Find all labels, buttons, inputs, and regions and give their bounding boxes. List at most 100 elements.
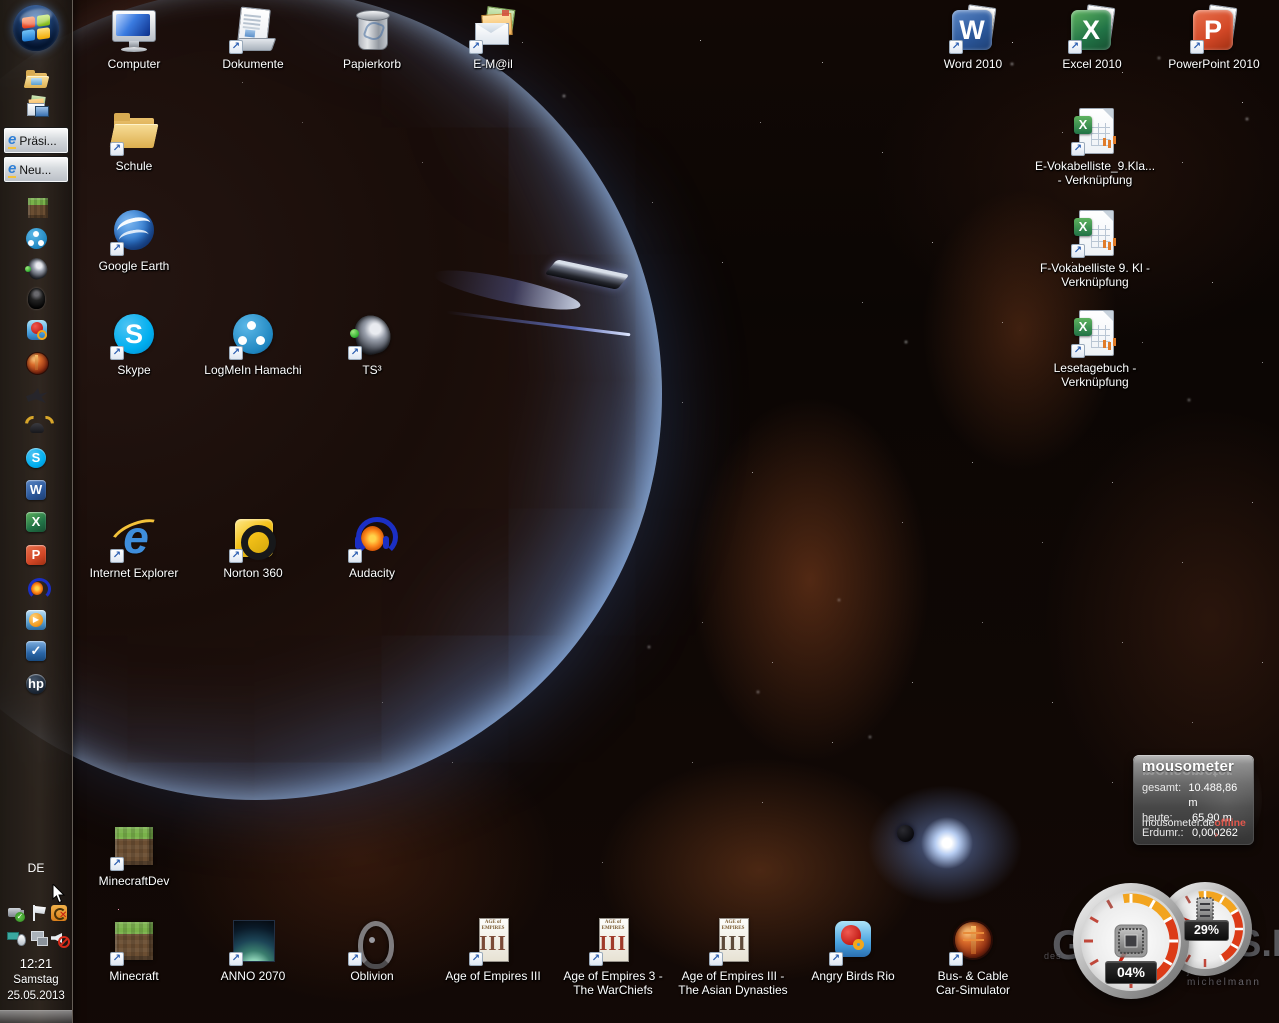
shortcut-arrow-icon: ↗	[469, 40, 483, 54]
desktop-icon-dokumente[interactable]: ↗ Dokumente	[193, 6, 313, 71]
desktop-icon-audacity[interactable]: ↗ Audacity	[312, 515, 432, 580]
desktop-icon-aoe3-warchiefs[interactable]: AGE of EMPIRESIII↗ Age of Empires 3 -The…	[553, 918, 673, 997]
desktop-icon-minecraftdev[interactable]: ↗ MinecraftDev	[74, 823, 194, 888]
desktop-icon-email[interactable]: ↗ E-M@il	[433, 6, 553, 71]
shortcut-arrow-icon: ↗	[348, 952, 362, 966]
excel-document-icon: X↗	[1071, 210, 1119, 258]
mousometer-widget[interactable]: mousometer mousometer gesamt:10.488,86 m…	[1133, 755, 1254, 845]
hp-tool-taskbar-icon[interactable]: hp	[25, 673, 47, 695]
desktop-icon-teamspeak[interactable]: ↗ TS³	[312, 312, 432, 377]
live-mail-icon[interactable]	[25, 94, 49, 118]
documents-icon: ↗	[229, 6, 277, 54]
media-player-taskbar-icon[interactable]: ▶	[25, 609, 49, 633]
shortcut-arrow-icon: ↗	[1071, 142, 1085, 156]
angry-birds-rio-taskbar-icon[interactable]	[25, 319, 49, 343]
desktop-icon-anno-2070[interactable]: ↗ ANNO 2070	[193, 918, 313, 983]
desktop-icon-computer[interactable]: Computer	[74, 6, 194, 71]
minecraft-icon: ↗	[110, 823, 158, 871]
desktop-icon-lesetagebuch[interactable]: X↗ Lesetagebuch -Verknüpfung	[1024, 310, 1166, 389]
teamspeak-taskbar-icon[interactable]	[25, 257, 49, 281]
excel-taskbar-icon[interactable]: X	[25, 511, 47, 533]
start-button[interactable]	[13, 5, 59, 51]
word-taskbar-icon[interactable]: W	[25, 479, 47, 501]
desktop-icon-age-of-empires-3[interactable]: AGE of EMPIRESIII↗ Age of Empires III	[433, 918, 553, 983]
input-devices-tray-icon[interactable]	[7, 929, 25, 947]
shortcut-arrow-icon: ↗	[589, 952, 603, 966]
shortcut-arrow-icon: ↗	[1068, 40, 1082, 54]
desktop-icon-excel-2010[interactable]: X↗ Excel 2010	[1032, 6, 1152, 71]
powerpoint-icon: P↗	[1190, 6, 1238, 54]
skype-taskbar-icon[interactable]: S	[25, 447, 47, 469]
taskbar-window-praesi[interactable]: e Präsi...	[3, 127, 69, 154]
taskbar-clock[interactable]: 12:21 Samstag 25.05.2013	[0, 955, 72, 1004]
shortcut-arrow-icon: ↗	[110, 242, 124, 256]
ie-icon: e	[8, 161, 16, 178]
desktop-icon-norton-360[interactable]: ↗ Norton 360	[193, 515, 313, 580]
show-desktop-button[interactable]	[0, 1010, 72, 1023]
audacity-taskbar-icon[interactable]	[25, 577, 49, 601]
samurai-helmet-taskbar-icon[interactable]	[25, 414, 49, 438]
shortcut-arrow-icon: ↗	[949, 40, 963, 54]
mail-icon: ↗	[469, 6, 517, 54]
desktop-icon-word-2010[interactable]: W↗ Word 2010	[913, 6, 1033, 71]
shortcut-arrow-icon: ↗	[348, 549, 362, 563]
desktop-icon-minecraft[interactable]: ↗ Minecraft	[74, 918, 194, 983]
mouse-cursor	[52, 884, 66, 909]
desktop-icon-f-vokabelliste[interactable]: X↗ F-Vokabelliste 9. Kl -Verknüpfung	[1024, 210, 1166, 289]
desktop-icon-aoe3-asian-dynasties[interactable]: AGE of EMPIRESIII↗ Age of Empires III -T…	[673, 918, 793, 997]
mousometer-link[interactable]: mousometer.de offline ›	[1142, 817, 1247, 841]
shortcut-arrow-icon: ↗	[110, 549, 124, 563]
spaceship-art	[432, 252, 632, 322]
reaper-game-taskbar-icon[interactable]	[25, 287, 49, 311]
network-tray-icon[interactable]	[30, 929, 48, 947]
usb-tray-icon[interactable]: ✓	[7, 904, 25, 922]
desktop-icon-schule[interactable]: ↗ Schule	[74, 108, 194, 173]
shortcut-arrow-icon: ↗	[110, 857, 124, 871]
bus-cable-car-icon: ↗	[949, 918, 997, 966]
volume-muted-tray-icon[interactable]	[51, 929, 69, 947]
eagle-game-taskbar-icon[interactable]	[25, 384, 49, 408]
desktop-icon-bus-cable-car-simulator[interactable]: ↗ Bus- & CableCar-Simulator	[913, 918, 1033, 997]
minecraft-taskbar-icon[interactable]	[27, 197, 51, 221]
word-icon: W↗	[949, 6, 997, 54]
desktop-icon-e-vokabelliste[interactable]: X↗ E-Vokabelliste_9.Kla...- Verknüpfung	[1024, 108, 1166, 187]
bus-cable-car-taskbar-icon[interactable]	[25, 351, 49, 375]
shortcut-arrow-icon: ↗	[229, 952, 243, 966]
desktop-icon-internet-explorer[interactable]: e↗ Internet Explorer	[74, 515, 194, 580]
desktop-icon-skype[interactable]: S↗ Skype	[74, 312, 194, 377]
ram-usage-value: 29%	[1184, 920, 1229, 941]
language-indicator[interactable]: DE	[0, 861, 72, 875]
anno-2070-icon: ↗	[229, 918, 277, 966]
clock-date: 25.05.2013	[0, 988, 72, 1004]
excel-document-icon: X↗	[1071, 108, 1119, 156]
checkmark-tool-taskbar-icon[interactable]: ✓	[25, 640, 47, 662]
aoe3-asian-dynasties-cover-icon: AGE of EMPIRESIII↗	[709, 918, 757, 966]
clock-time: 12:21	[0, 955, 72, 972]
shortcut-arrow-icon: ↗	[348, 346, 362, 360]
action-center-flag-icon[interactable]	[30, 904, 48, 922]
desktop-icon-logmein-hamachi[interactable]: ↗ LogMeIn Hamachi	[193, 312, 313, 377]
google-earth-icon: ↗	[110, 208, 158, 256]
desktop-icon-powerpoint-2010[interactable]: P↗ PowerPoint 2010	[1154, 6, 1274, 71]
taskbar-window-neu[interactable]: e Neu...	[3, 156, 69, 183]
oblivion-icon: ↗	[348, 918, 396, 966]
explorer-folder-icon[interactable]	[25, 66, 49, 90]
folder-icon: ↗	[110, 108, 158, 156]
desktop-icon-google-earth[interactable]: ↗ Google Earth	[74, 208, 194, 273]
desktop-icon-angry-birds-rio[interactable]: ↗ Angry Birds Rio	[793, 918, 913, 983]
shortcut-arrow-icon: ↗	[229, 40, 243, 54]
wallpaper-watermark: des	[1044, 951, 1062, 961]
moonlet-art	[897, 825, 914, 842]
desktop-icon-papierkorb[interactable]: Papierkorb	[312, 6, 432, 71]
angry-birds-rio-icon: ↗	[829, 918, 877, 966]
shortcut-arrow-icon: ↗	[829, 952, 843, 966]
desktop-icon-oblivion[interactable]: ↗ Oblivion	[312, 918, 432, 983]
excel-document-icon: X↗	[1071, 310, 1119, 358]
hamachi-icon: ↗	[229, 312, 277, 360]
recycle-bin-icon	[348, 6, 396, 54]
minecraft-icon: ↗	[110, 918, 158, 966]
powerpoint-taskbar-icon[interactable]: P	[25, 544, 47, 566]
shortcut-arrow-icon: ↗	[1071, 344, 1085, 358]
excel-icon: X↗	[1068, 6, 1116, 54]
hamachi-taskbar-icon[interactable]	[25, 227, 49, 251]
